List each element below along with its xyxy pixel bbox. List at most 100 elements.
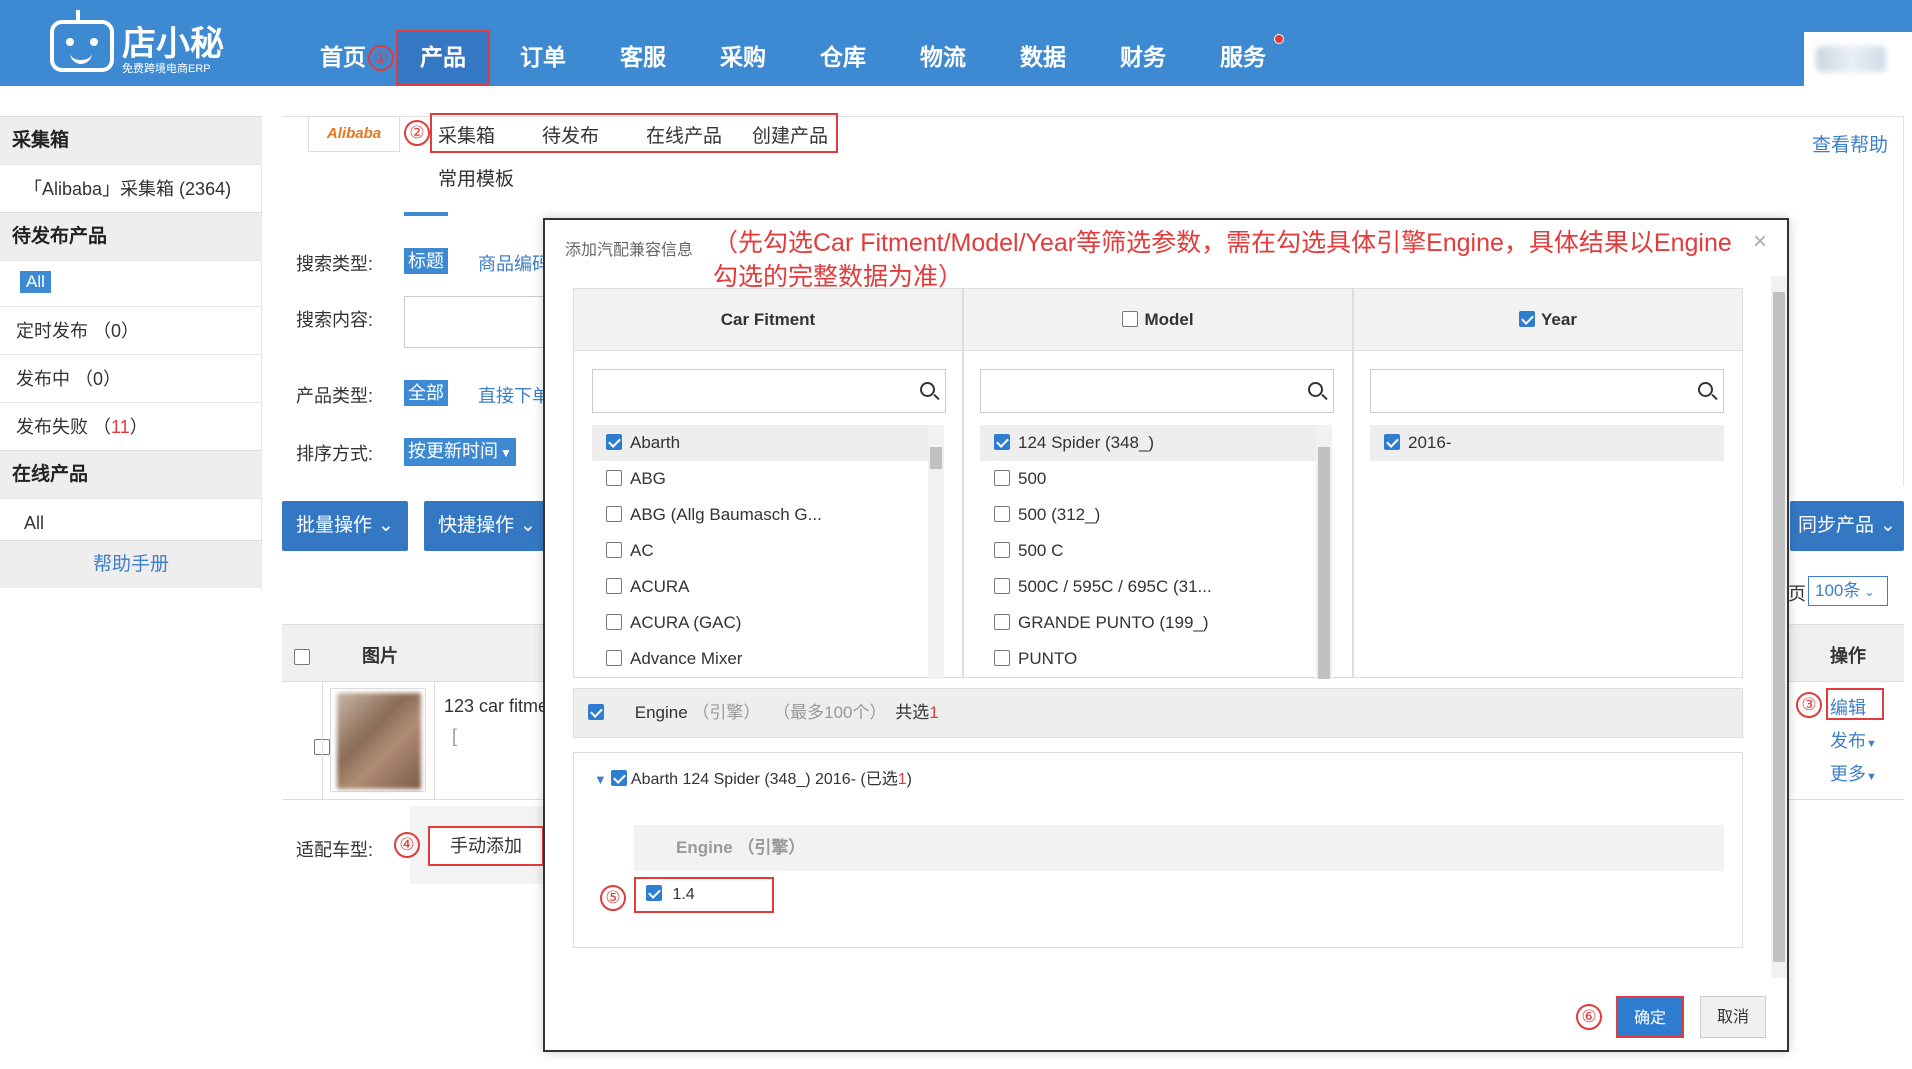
sidebar-item-all-online[interactable]: All <box>0 498 262 546</box>
checkbox[interactable] <box>606 470 622 487</box>
scrollbar-thumb[interactable] <box>1318 447 1330 679</box>
option-model-1[interactable]: 500 <box>980 461 1046 497</box>
model-header[interactable]: Model <box>964 289 1352 351</box>
search-type-title-button[interactable]: 标题 <box>404 248 448 274</box>
alibaba-logo[interactable]: Alibaba <box>308 116 400 152</box>
nav-finance[interactable]: 财务 <box>1120 0 1166 86</box>
select-all-checkbox[interactable] <box>294 648 310 665</box>
nav-purchase[interactable]: 采购 <box>720 0 766 86</box>
tab-common-templates[interactable]: 常用模板 <box>438 164 514 191</box>
edit-link[interactable]: 编辑 <box>1830 694 1866 720</box>
option-car-fitment-5[interactable]: ACURA (GAC) <box>592 605 741 641</box>
year-search-input[interactable] <box>1370 369 1724 413</box>
user-account-area[interactable] <box>1804 32 1912 86</box>
tab-create-product[interactable]: 创建产品 <box>752 121 828 148</box>
product-thumbnail[interactable] <box>330 688 426 792</box>
checkbox[interactable] <box>606 506 622 523</box>
tab-pending-publish[interactable]: 待发布 <box>542 121 599 148</box>
option-model-5[interactable]: GRANDE PUNTO (199_) <box>980 605 1209 641</box>
nav-logistics[interactable]: 物流 <box>920 0 966 86</box>
checkbox-checked[interactable] <box>646 885 662 902</box>
engine-result-path[interactable]: ▼ Abarth 124 Spider (348_) 2016- (已选1) <box>594 765 912 795</box>
option-model-6[interactable]: PUNTO <box>980 641 1077 677</box>
checkbox[interactable] <box>994 470 1010 487</box>
step-4-marker: ④ <box>394 832 420 858</box>
checkbox-checked[interactable] <box>1384 434 1400 451</box>
checkbox[interactable] <box>606 578 622 595</box>
caret-down-icon[interactable]: ▼ <box>594 772 607 787</box>
search-type-code-option[interactable]: 商品编码 <box>478 250 550 276</box>
checkbox[interactable] <box>606 650 622 667</box>
result-checkbox[interactable] <box>611 770 628 787</box>
option-model-2[interactable]: 500 (312_) <box>980 497 1100 533</box>
option-model-3[interactable]: 500 C <box>980 533 1063 569</box>
search-content-input[interactable] <box>404 296 554 348</box>
checkbox[interactable] <box>994 506 1010 523</box>
year-header[interactable]: Year <box>1354 289 1742 351</box>
publish-link[interactable]: 发布▼ <box>1830 727 1877 753</box>
more-link[interactable]: 更多▼ <box>1830 760 1877 786</box>
sidebar: 采集箱 「Alibaba」采集箱 (2364) 待发布产品 All 定时发布 （… <box>0 116 262 590</box>
nav-services[interactable]: 服务 <box>1220 0 1266 86</box>
nav-products[interactable]: 产品 <box>420 0 466 86</box>
car-fitment-scrollbar[interactable] <box>928 425 944 679</box>
checkbox-checked[interactable] <box>994 434 1010 451</box>
nav-home[interactable]: 首页 ① <box>320 0 394 86</box>
nav-warehouse[interactable]: 仓库 <box>820 0 866 86</box>
nav-data[interactable]: 数据 <box>1020 0 1066 86</box>
product-type-all-button[interactable]: 全部 <box>404 380 448 406</box>
scrollbar-thumb[interactable] <box>930 447 942 469</box>
option-car-fitment-1[interactable]: ABG <box>592 461 666 497</box>
batch-operations-button[interactable]: 批量操作 ⌄ <box>282 501 408 551</box>
checkbox[interactable] <box>994 542 1010 559</box>
product-type-direct-option[interactable]: 直接下单 <box>478 382 550 408</box>
app-logo[interactable]: 店小秘 免费跨境电商ERP <box>50 10 230 76</box>
scrollbar-thumb[interactable] <box>1773 292 1785 962</box>
tab-collect-box[interactable]: 采集箱 <box>438 121 495 148</box>
checkbox[interactable] <box>606 614 622 631</box>
manual-add-button[interactable]: 手动添加 <box>428 826 544 866</box>
sidebar-item-alibaba-collect[interactable]: 「Alibaba」采集箱 (2364) <box>0 164 262 212</box>
sort-value: 按更新时间 <box>408 441 498 461</box>
option-car-fitment-3[interactable]: AC <box>592 533 654 569</box>
year-select-all-checkbox[interactable] <box>1519 311 1536 328</box>
checkbox-checked[interactable] <box>606 434 622 451</box>
cancel-button[interactable]: 取消 <box>1700 996 1766 1038</box>
view-help-link[interactable]: 查看帮助 <box>1812 130 1888 157</box>
option-car-fitment-2[interactable]: ABG (Allg Baumasch G... <box>592 497 822 533</box>
sidebar-item-all-pending[interactable]: All <box>0 260 262 300</box>
car-fitment-search-input[interactable] <box>592 369 946 413</box>
sidebar-item-publishing[interactable]: 发布中 （0） <box>0 354 262 402</box>
sidebar-item-failed[interactable]: 发布失败 （11） <box>0 402 262 450</box>
sidebar-help-manual[interactable]: 帮助手册 <box>0 540 262 588</box>
modal-scrollbar[interactable] <box>1771 276 1787 978</box>
notification-dot-icon <box>1274 34 1284 44</box>
option-year-0[interactable]: 2016- <box>1370 425 1724 461</box>
checkbox[interactable] <box>994 650 1010 667</box>
quick-operations-button[interactable]: 快捷操作 ⌄ <box>424 501 550 551</box>
model-select-all-checkbox[interactable] <box>1122 311 1139 328</box>
option-model-4[interactable]: 500C / 595C / 695C (31... <box>980 569 1212 605</box>
sidebar-item-scheduled[interactable]: 定时发布 （0） <box>0 306 262 354</box>
car-fitment-header: Car Fitment <box>574 289 962 351</box>
option-car-fitment-6[interactable]: Advance Mixer <box>592 641 742 677</box>
page-size-select[interactable]: 100条 ⌄ <box>1808 576 1888 606</box>
option-car-fitment-0[interactable]: Abarth <box>592 425 928 461</box>
checkbox[interactable] <box>994 614 1010 631</box>
checkbox[interactable] <box>606 542 622 559</box>
product-title[interactable]: 123 car fitme <box>444 696 548 717</box>
confirm-button[interactable]: 确定 <box>1616 996 1684 1038</box>
option-model-0[interactable]: 124 Spider (348_) <box>980 425 1316 461</box>
engine-select-all-checkbox[interactable] <box>588 704 604 721</box>
checkbox[interactable] <box>994 578 1010 595</box>
option-car-fitment-4[interactable]: ACURA <box>592 569 690 605</box>
close-icon[interactable]: × <box>1753 228 1767 256</box>
nav-orders[interactable]: 订单 <box>520 0 566 86</box>
engine-option-1-4[interactable]: 1.4 <box>634 877 774 913</box>
tab-online-products[interactable]: 在线产品 <box>646 121 722 148</box>
sort-dropdown[interactable]: 按更新时间 ▼ <box>404 438 516 466</box>
model-scrollbar[interactable] <box>1316 425 1332 679</box>
model-search-input[interactable] <box>980 369 1334 413</box>
sync-products-button[interactable]: 同步产品 ⌄ <box>1790 501 1904 551</box>
nav-service[interactable]: 客服 <box>620 0 666 86</box>
